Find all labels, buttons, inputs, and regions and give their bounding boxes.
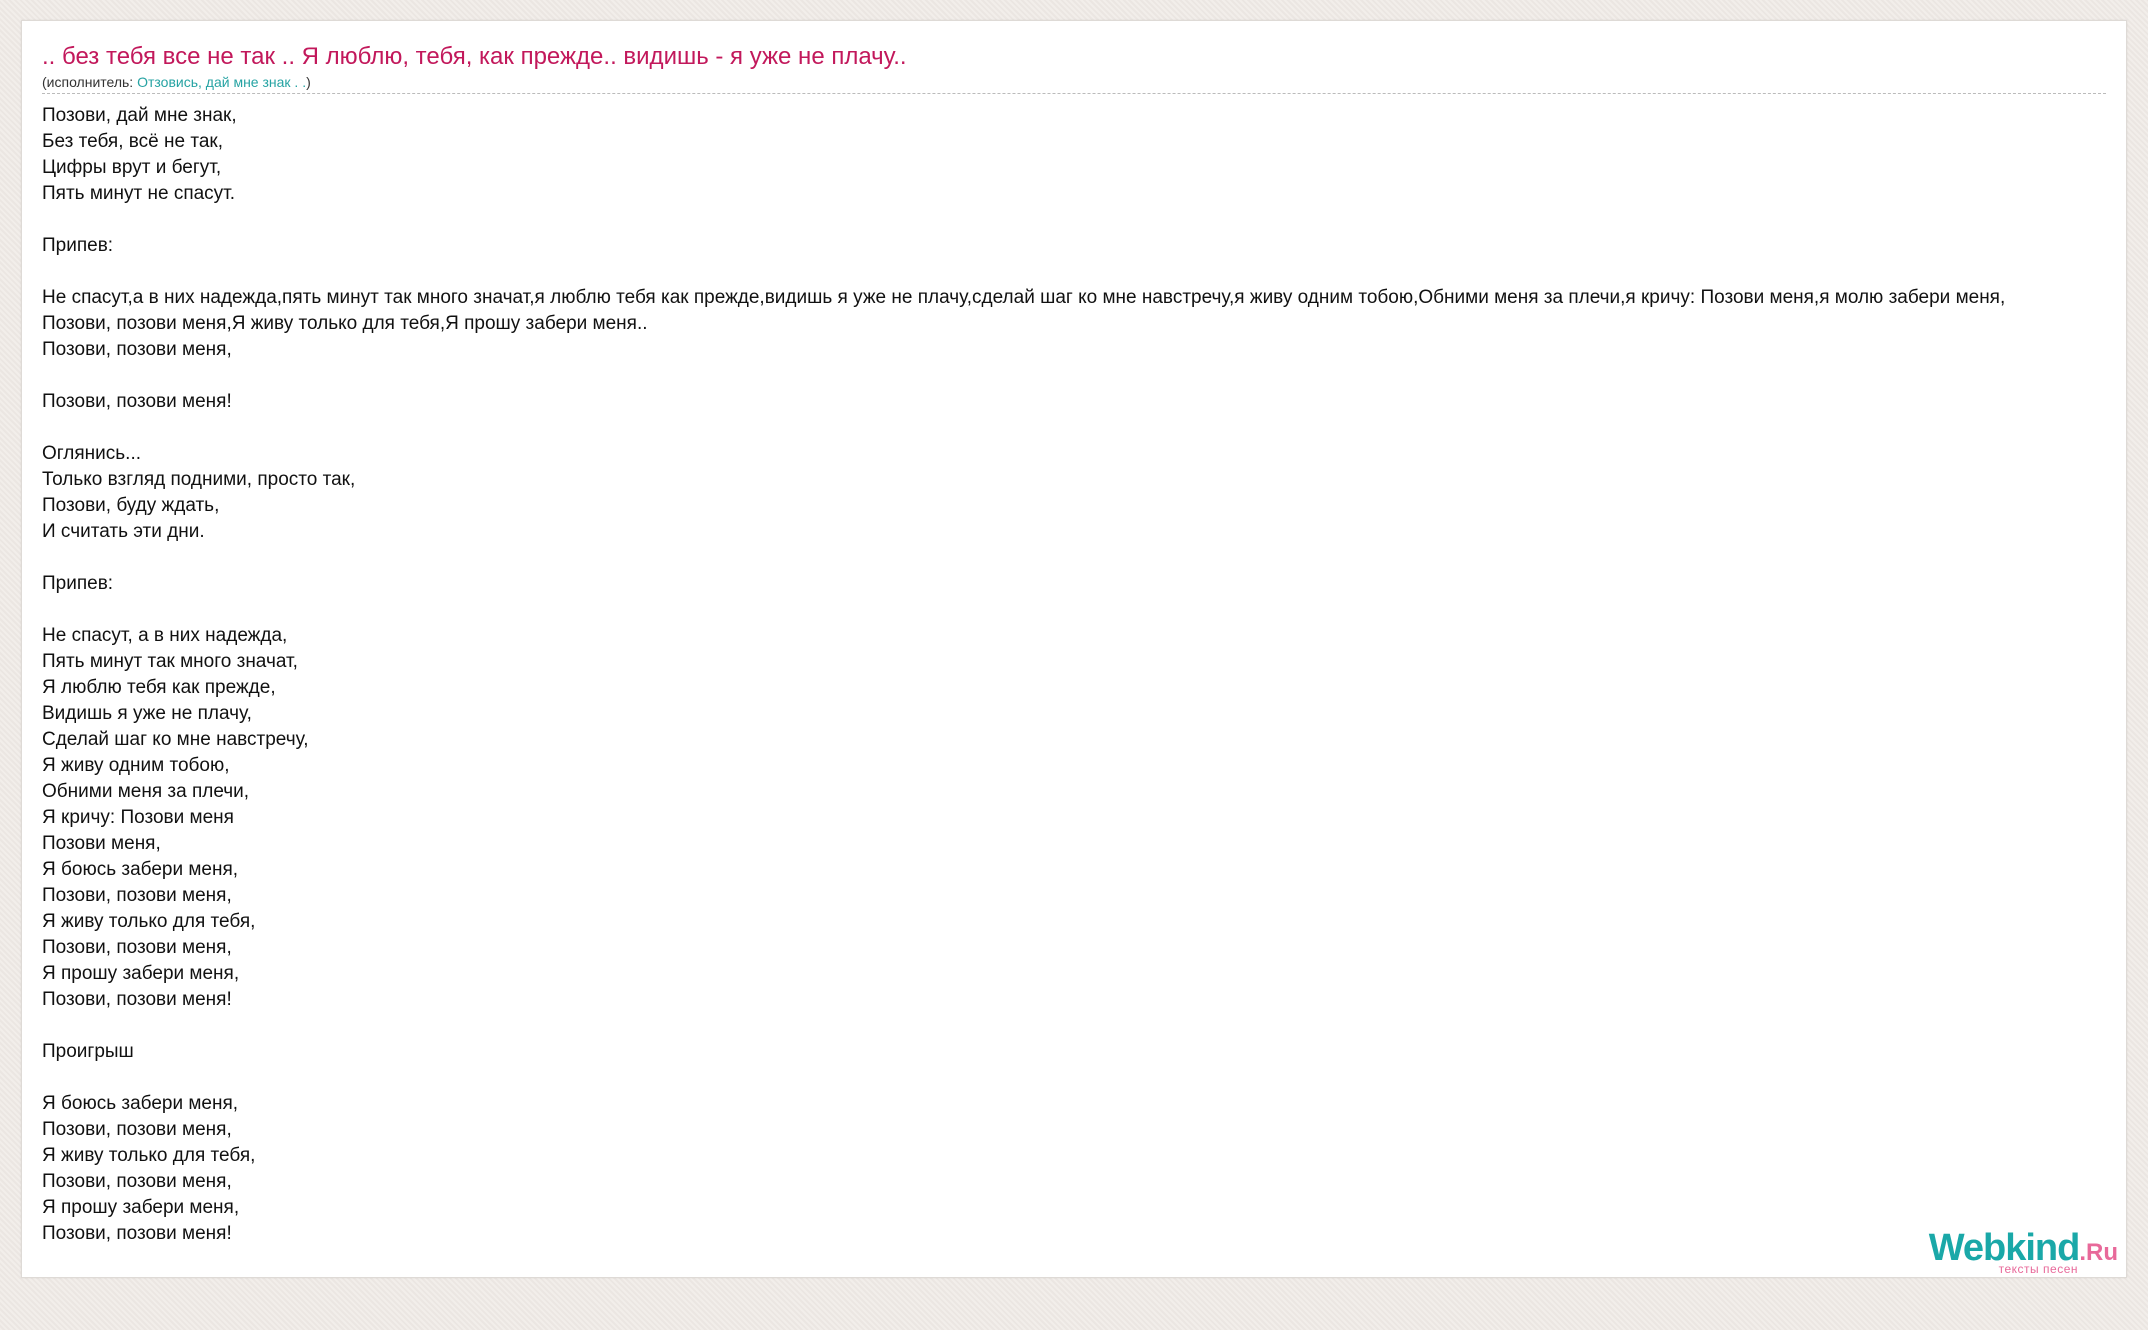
song-title: .. без тебя все не так .. Я люблю, тебя,…	[42, 43, 907, 70]
performer-suffix: )	[306, 74, 311, 90]
performer-prefix: (исполнитель:	[42, 74, 138, 90]
lyrics-text: Позови, дай мне знак, Без тебя, всё не т…	[42, 105, 2006, 1244]
title-divider	[42, 93, 2106, 94]
logo-tld: .Ru	[2079, 1239, 2118, 1266]
lyrics-card: .. без тебя все не так .. Я люблю, тебя,…	[21, 20, 2127, 1278]
performer-link[interactable]: Отзовись, дай мне знак . .	[137, 74, 306, 90]
site-logo[interactable]: Webkind.Ru тексты песен	[1929, 1229, 2118, 1275]
performer-line: (исполнитель: Отзовись, дай мне знак . .…	[42, 73, 311, 91]
